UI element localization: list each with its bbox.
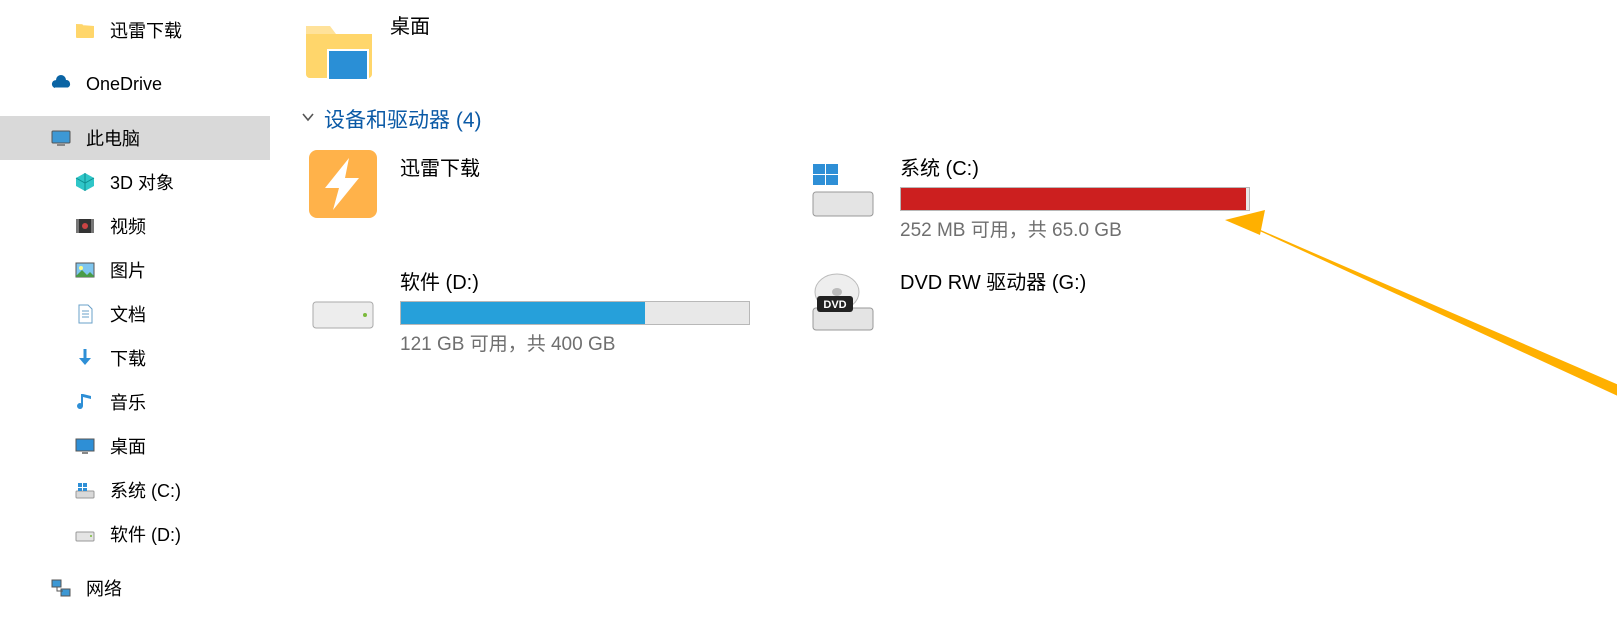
nav-item-label: 3D 对象 — [110, 169, 174, 195]
svg-text:DVD: DVD — [823, 299, 846, 311]
nav-item-pc[interactable]: 此电脑 — [0, 116, 270, 160]
nav-item-label: 系统 (C:) — [110, 477, 181, 503]
nav-item-desktop[interactable]: 桌面 — [0, 424, 270, 468]
desktop-folder-label: 桌面 — [390, 10, 430, 39]
nav-item-label: 视频 — [110, 213, 146, 239]
drive-title: 软件 (D:) — [400, 266, 750, 295]
devices-section-header[interactable]: 设备和驱动器 (4) — [300, 104, 1617, 134]
nav-item-onedrive[interactable]: OneDrive — [0, 62, 270, 106]
content-pane: 桌面 设备和驱动器 (4) 迅雷下载 系统 (C:) 252 MB 可用，共 65.… — [270, 0, 1617, 640]
nav-item-picture[interactable]: 图片 — [0, 248, 270, 292]
music-icon — [72, 389, 98, 415]
nav-item-drive[interactable]: 软件 (D:) — [0, 512, 270, 556]
capacity-bar — [900, 187, 1250, 211]
drive-capacity-text: 121 GB 可用，共 400 GB — [400, 329, 750, 356]
picture-icon — [72, 257, 98, 283]
navigation-pane: 迅雷下载 OneDrive 此电脑 3D 对象视频图片文档下载音乐桌面系统 (C:) 软… — [0, 0, 270, 640]
nav-item-label: 迅雷下载 — [110, 17, 182, 43]
drive-title: 系统 (C:) — [900, 152, 1250, 181]
folder-desktop-icon — [300, 8, 378, 86]
drive-item[interactable]: 迅雷下载 — [300, 152, 770, 222]
nav-item-label: 此电脑 — [86, 125, 140, 151]
drive-item[interactable]: 系统 (C:) 252 MB 可用，共 65.0 GB — [800, 152, 1270, 242]
drive-title: 迅雷下载 — [400, 152, 480, 181]
nav-item-label: 音乐 — [110, 389, 146, 415]
xunlei-icon — [300, 152, 386, 222]
drive-icon — [300, 266, 386, 336]
onedrive-icon — [48, 71, 74, 97]
nav-item-label: 桌面 — [110, 433, 146, 459]
nav-item-label: 文档 — [110, 301, 146, 327]
dvd-icon: DVD — [800, 266, 886, 336]
cube-icon — [72, 169, 98, 195]
drive-item[interactable]: DVD DVD RW 驱动器 (G:) — [800, 266, 1270, 336]
nav-item-cube[interactable]: 3D 对象 — [0, 160, 270, 204]
desktop-icon — [72, 433, 98, 459]
nav-item-video[interactable]: 视频 — [0, 204, 270, 248]
devices-section-label: 设备和驱动器 (4) — [324, 104, 482, 134]
network-icon — [48, 575, 74, 601]
nav-item-download[interactable]: 下载 — [0, 336, 270, 380]
document-icon — [72, 301, 98, 327]
drive-icon — [72, 521, 98, 547]
capacity-bar — [400, 301, 750, 325]
nav-item-label: 网络 — [86, 575, 122, 601]
chevron-down-icon — [300, 107, 316, 131]
nav-item-label: 下载 — [110, 345, 146, 371]
drive-capacity-text: 252 MB 可用，共 65.0 GB — [900, 215, 1250, 242]
drive-win-icon — [72, 477, 98, 503]
nav-item-label: 图片 — [110, 257, 146, 283]
nav-item-network[interactable]: 网络 — [0, 566, 270, 610]
nav-item-label: 软件 (D:) — [110, 521, 181, 547]
drive-win-icon — [800, 152, 886, 222]
drive-title: DVD RW 驱动器 (G:) — [900, 266, 1086, 295]
nav-item-folder-yellow[interactable]: 迅雷下载 — [0, 8, 270, 52]
video-icon — [72, 213, 98, 239]
folder-yellow-icon — [72, 17, 98, 43]
drive-item[interactable]: 软件 (D:) 121 GB 可用，共 400 GB — [300, 266, 770, 356]
download-icon — [72, 345, 98, 371]
nav-item-music[interactable]: 音乐 — [0, 380, 270, 424]
pc-icon — [48, 125, 74, 151]
nav-item-label: OneDrive — [86, 74, 162, 95]
desktop-folder-item[interactable]: 桌面 — [300, 8, 1617, 86]
nav-item-drive-win[interactable]: 系统 (C:) — [0, 468, 270, 512]
nav-item-document[interactable]: 文档 — [0, 292, 270, 336]
